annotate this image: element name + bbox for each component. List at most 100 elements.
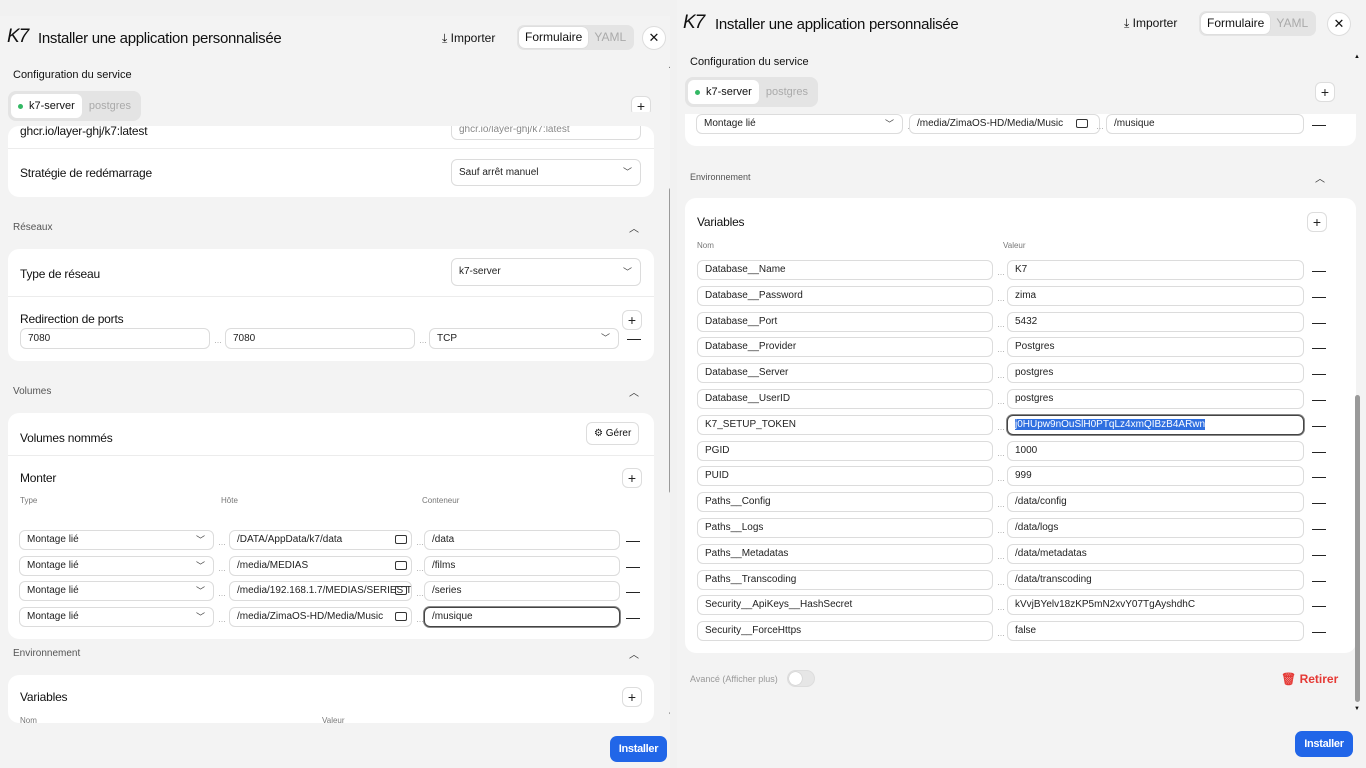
remove-variable-icon[interactable]: — bbox=[1312, 444, 1326, 458]
scroll-up-icon[interactable]: ▲ bbox=[668, 64, 670, 70]
remove-mount-icon[interactable]: — bbox=[626, 610, 640, 624]
mount-container-input[interactable]: /musique bbox=[424, 606, 620, 627]
add-service-button[interactable]: + bbox=[1315, 82, 1335, 102]
variable-name-input[interactable]: PGID bbox=[697, 440, 993, 461]
mount-host-input[interactable]: /media/192.168.1.7/MEDIAS/SERIES TV bbox=[229, 581, 412, 601]
tab-yaml[interactable]: YAML bbox=[1270, 13, 1314, 34]
remove-variable-icon[interactable]: — bbox=[1312, 366, 1326, 380]
network-type-select[interactable]: k7-server ﹀ bbox=[451, 258, 641, 286]
mount-type-select[interactable]: Montage lié ﹀ bbox=[19, 555, 214, 576]
variable-value-input[interactable]: K7 bbox=[1007, 260, 1304, 280]
add-mount-button[interactable]: + bbox=[622, 468, 642, 488]
service-tab-postgres-overlay[interactable]: postgres bbox=[82, 94, 138, 118]
variable-name-input[interactable]: Database__Server bbox=[697, 363, 993, 384]
folder-icon[interactable] bbox=[395, 560, 407, 570]
manage-volumes-button[interactable]: ⚙ Gérer bbox=[586, 422, 640, 445]
remove-variable-icon[interactable]: — bbox=[1312, 289, 1326, 303]
mount-type-select[interactable]: Montage lié ﹀ bbox=[19, 581, 214, 601]
import-button[interactable]: ⤓ Importer bbox=[442, 31, 495, 46]
variable-value-input[interactable]: 1000 bbox=[1007, 440, 1304, 461]
variable-value-input[interactable]: /data/logs bbox=[1007, 518, 1304, 538]
mount-container-input[interactable]: /musique bbox=[1106, 114, 1304, 134]
chevron-up-icon[interactable]: ︿ bbox=[629, 646, 639, 661]
service-tab-k7-server-overlay[interactable]: k7-server bbox=[11, 94, 82, 118]
tab-form[interactable]: Formulaire bbox=[1201, 13, 1271, 34]
variable-name-input[interactable]: Database__Provider bbox=[697, 337, 993, 358]
variable-value-input[interactable]: Postgres bbox=[1007, 337, 1304, 358]
variable-value-input[interactable]: /data/metadatas bbox=[1007, 543, 1304, 564]
remove-variable-icon[interactable]: — bbox=[1312, 495, 1326, 509]
scroll-down-icon[interactable]: ▼ bbox=[668, 712, 670, 718]
variable-name-input[interactable]: K7_SETUP_TOKEN bbox=[697, 414, 993, 435]
mount-container-input[interactable]: /data bbox=[424, 530, 620, 550]
folder-icon[interactable] bbox=[395, 611, 407, 621]
mount-type-select[interactable]: Montage lié ﹀ bbox=[19, 530, 214, 550]
tab-yaml[interactable]: YAML bbox=[588, 27, 632, 48]
chevron-up-icon[interactable]: ︿ bbox=[1315, 170, 1325, 185]
host-port-input[interactable]: 7080 bbox=[20, 328, 210, 349]
remove-port-icon[interactable]: — bbox=[627, 331, 641, 345]
install-button-left[interactable]: Installer bbox=[610, 736, 667, 762]
remove-variable-icon[interactable]: — bbox=[1312, 521, 1326, 535]
variable-value-input[interactable]: postgres bbox=[1007, 363, 1304, 384]
remove-service-button[interactable]: 🗑 Retirer bbox=[1281, 672, 1338, 686]
mount-container-input[interactable]: /films bbox=[424, 555, 620, 576]
variable-value-input[interactable]: false bbox=[1007, 621, 1304, 642]
close-icon[interactable]: ✕ bbox=[1327, 12, 1351, 36]
variable-name-input[interactable]: Paths__Metadatas bbox=[697, 543, 993, 564]
close-icon[interactable]: ✕ bbox=[642, 26, 666, 50]
service-tab-k7-server[interactable]: k7-server bbox=[688, 80, 759, 104]
add-variable-button[interactable]: + bbox=[1307, 212, 1327, 232]
variable-name-input[interactable]: Paths__Transcoding bbox=[697, 569, 993, 590]
scroll-down-icon[interactable]: ▼ bbox=[1354, 706, 1360, 712]
folder-icon[interactable] bbox=[1076, 119, 1088, 128]
mount-host-input[interactable]: /DATA/AppData/k7/data bbox=[229, 530, 412, 550]
variable-value-input[interactable]: 5432 bbox=[1007, 311, 1304, 332]
remove-variable-icon[interactable]: — bbox=[1312, 598, 1326, 612]
scroll-up-icon[interactable]: ▲ bbox=[1354, 54, 1360, 60]
variable-name-input[interactable]: Security__ApiKeys__HashSecret bbox=[697, 595, 993, 616]
remove-variable-icon[interactable]: — bbox=[1312, 418, 1326, 432]
install-button-right[interactable]: Installer bbox=[1295, 731, 1353, 757]
variable-value-input[interactable]: 999 bbox=[1007, 466, 1304, 487]
advanced-toggle[interactable] bbox=[787, 670, 815, 687]
remove-variable-icon[interactable]: — bbox=[1312, 624, 1326, 638]
folder-icon[interactable] bbox=[395, 535, 407, 544]
service-tab-postgres[interactable]: postgres bbox=[759, 80, 815, 104]
remove-variable-icon[interactable]: — bbox=[1312, 263, 1326, 277]
mount-type-select[interactable]: Montage lié ﹀ bbox=[696, 114, 903, 134]
container-port-input[interactable]: 7080 bbox=[225, 328, 415, 349]
variable-value-input[interactable]: zima bbox=[1007, 285, 1304, 306]
variable-value-input[interactable]: /data/transcoding bbox=[1007, 569, 1304, 590]
remove-variable-icon[interactable]: — bbox=[1312, 469, 1326, 483]
add-variable-button[interactable]: + bbox=[622, 687, 642, 707]
chevron-up-icon[interactable]: ︿ bbox=[629, 220, 639, 235]
mount-container-input[interactable]: /series bbox=[424, 581, 620, 601]
remove-variable-icon[interactable]: — bbox=[1312, 392, 1326, 406]
restart-select[interactable]: Sauf arrêt manuel ﹀ bbox=[451, 159, 641, 186]
chevron-up-icon[interactable]: ︿ bbox=[629, 384, 639, 399]
variable-value-input[interactable]: kVvjBYelv18zKP5mN2xvY07TgAyshdhC bbox=[1007, 595, 1304, 616]
import-button[interactable]: ⤓ Importer bbox=[1124, 16, 1177, 31]
variable-name-input[interactable]: Database__Name bbox=[697, 260, 993, 280]
mount-host-input[interactable]: /media/ZimaOS-HD/Media/Music bbox=[909, 114, 1100, 134]
mount-host-input[interactable]: /media/ZimaOS-HD/Media/Music bbox=[229, 606, 412, 627]
protocol-select[interactable]: TCP ﹀ bbox=[429, 328, 619, 349]
variable-name-input[interactable]: Security__ForceHttps bbox=[697, 621, 993, 642]
variable-value-input[interactable]: postgres bbox=[1007, 389, 1304, 409]
remove-variable-icon[interactable]: — bbox=[1312, 573, 1326, 587]
scrollbar-thumb[interactable] bbox=[1355, 395, 1360, 702]
scrollbar-thumb[interactable] bbox=[669, 188, 670, 493]
folder-icon[interactable] bbox=[395, 586, 407, 595]
mount-type-select[interactable]: Montage lié ﹀ bbox=[19, 606, 214, 627]
tab-form[interactable]: Formulaire bbox=[519, 27, 589, 48]
remove-mount-icon[interactable]: — bbox=[626, 533, 640, 547]
variable-name-input[interactable]: Database__Password bbox=[697, 285, 993, 306]
remove-mount-icon[interactable]: — bbox=[626, 584, 640, 598]
remove-mount-icon[interactable]: — bbox=[1312, 117, 1326, 131]
remove-variable-icon[interactable]: — bbox=[1312, 315, 1326, 329]
variable-value-input[interactable]: /data/config bbox=[1007, 492, 1304, 513]
remove-variable-icon[interactable]: — bbox=[1312, 547, 1326, 561]
variable-name-input[interactable]: PUID bbox=[697, 466, 993, 487]
mount-host-input[interactable]: /media/MEDIAS bbox=[229, 555, 412, 576]
